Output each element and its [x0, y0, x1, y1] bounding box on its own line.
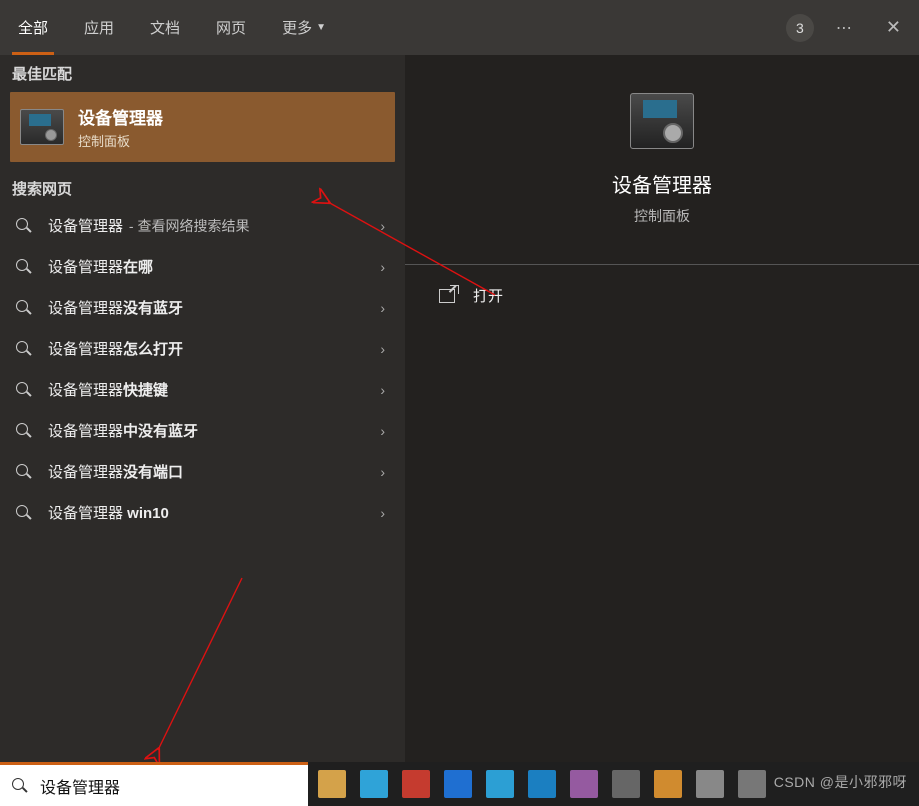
tab-label: 应用: [84, 17, 114, 38]
taskbar-app-icon[interactable]: [696, 770, 724, 798]
panel-body: 最佳匹配 设备管理器 控制面板 搜索网页 设备管理器 - 查看网络搜索结果›设备…: [0, 55, 919, 763]
search-icon: [16, 423, 32, 439]
best-match-subtitle: 控制面板: [78, 131, 163, 150]
tabs-row: 全部 应用 文档 网页 更多 ▼ 3 ⋯ ✕: [0, 0, 919, 55]
chevron-right-icon: ›: [380, 382, 385, 398]
badge-value: 3: [796, 20, 804, 36]
taskbar-app-icon[interactable]: [612, 770, 640, 798]
search-icon: [16, 382, 32, 398]
search-icon: [16, 300, 32, 316]
section-web-search: 搜索网页: [0, 170, 405, 205]
more-options-icon[interactable]: ⋯: [836, 18, 854, 38]
taskbar: [308, 762, 919, 806]
section-best-match: 最佳匹配: [0, 55, 405, 90]
device-manager-icon: [20, 109, 64, 145]
tab-docs[interactable]: 文档: [132, 0, 198, 55]
taskbar-app-icon[interactable]: [486, 770, 514, 798]
search-icon: [16, 259, 32, 275]
web-result-row[interactable]: 设备管理器在哪 ›: [0, 246, 405, 287]
chevron-right-icon: ›: [380, 259, 385, 275]
preview-subtitle: 控制面板: [634, 206, 690, 226]
web-result-row[interactable]: 设备管理器怎么打开 ›: [0, 328, 405, 369]
search-icon: [16, 464, 32, 480]
web-result-row[interactable]: 设备管理器没有端口 ›: [0, 451, 405, 492]
best-match-title: 设备管理器: [78, 104, 163, 129]
taskbar-app-icon[interactable]: [444, 770, 472, 798]
chevron-right-icon: ›: [380, 505, 385, 521]
tab-label: 全部: [18, 17, 48, 38]
web-result-row[interactable]: 设备管理器 win10 ›: [0, 492, 405, 533]
preview-column: 设备管理器 控制面板 打开: [405, 55, 919, 763]
preview-header: 设备管理器 控制面板: [405, 55, 919, 250]
search-icon: [16, 505, 32, 521]
best-match-text: 设备管理器 控制面板: [78, 104, 163, 150]
web-result-text: 设备管理器中没有蓝牙: [48, 420, 198, 441]
taskbar-app-icon[interactable]: [528, 770, 556, 798]
web-result-text: 设备管理器怎么打开: [48, 338, 183, 359]
web-result-text: 设备管理器 - 查看网络搜索结果: [48, 215, 249, 236]
tab-label: 更多: [282, 17, 312, 38]
results-column: 最佳匹配 设备管理器 控制面板 搜索网页 设备管理器 - 查看网络搜索结果›设备…: [0, 55, 405, 763]
web-result-row[interactable]: 设备管理器没有蓝牙 ›: [0, 287, 405, 328]
web-result-row[interactable]: 设备管理器中没有蓝牙 ›: [0, 410, 405, 451]
best-match-card[interactable]: 设备管理器 控制面板: [10, 92, 395, 162]
tab-label: 网页: [216, 17, 246, 38]
web-results-list: 设备管理器 - 查看网络搜索结果›设备管理器在哪›设备管理器没有蓝牙›设备管理器…: [0, 205, 405, 533]
recent-badge[interactable]: 3: [786, 14, 814, 42]
open-label: 打开: [473, 285, 503, 306]
web-result-text: 设备管理器快捷键: [48, 379, 168, 400]
taskbar-app-icon[interactable]: [654, 770, 682, 798]
web-result-text: 设备管理器没有蓝牙: [48, 297, 183, 318]
open-action[interactable]: 打开: [405, 265, 919, 326]
tab-apps[interactable]: 应用: [66, 0, 132, 55]
search-icon: [16, 218, 32, 234]
device-manager-icon: [630, 93, 694, 149]
taskbar-app-icon[interactable]: [318, 770, 346, 798]
web-result-text: 设备管理器在哪: [48, 256, 153, 277]
tab-more[interactable]: 更多 ▼: [264, 0, 344, 55]
chevron-right-icon: ›: [380, 464, 385, 480]
web-result-row[interactable]: 设备管理器快捷键 ›: [0, 369, 405, 410]
taskbar-app-icon[interactable]: [570, 770, 598, 798]
tab-all[interactable]: 全部: [0, 0, 66, 55]
web-result-row[interactable]: 设备管理器 - 查看网络搜索结果 ›: [0, 205, 405, 246]
close-icon[interactable]: ✕: [876, 11, 911, 44]
tab-label: 文档: [150, 17, 180, 38]
chevron-right-icon: ›: [380, 423, 385, 439]
search-input[interactable]: [40, 777, 296, 795]
open-icon: [439, 289, 455, 303]
taskbar-app-icon[interactable]: [738, 770, 766, 798]
tabs-right: 3 ⋯ ✕: [786, 0, 911, 55]
taskbar-app-icon[interactable]: [360, 770, 388, 798]
taskbar-search-box[interactable]: [0, 762, 308, 806]
chevron-right-icon: ›: [380, 218, 385, 234]
chevron-down-icon: ▼: [316, 22, 326, 33]
preview-title: 设备管理器: [612, 169, 712, 198]
web-result-text: 设备管理器 win10: [48, 502, 169, 523]
chevron-right-icon: ›: [380, 341, 385, 357]
web-result-text: 设备管理器没有端口: [48, 461, 183, 482]
search-icon: [16, 341, 32, 357]
tab-web[interactable]: 网页: [198, 0, 264, 55]
taskbar-app-icon[interactable]: [402, 770, 430, 798]
chevron-right-icon: ›: [380, 300, 385, 316]
search-icon: [12, 778, 28, 794]
search-panel: 全部 应用 文档 网页 更多 ▼ 3 ⋯ ✕ 最佳匹配 设备管理器 控制面板 搜索…: [0, 0, 919, 763]
